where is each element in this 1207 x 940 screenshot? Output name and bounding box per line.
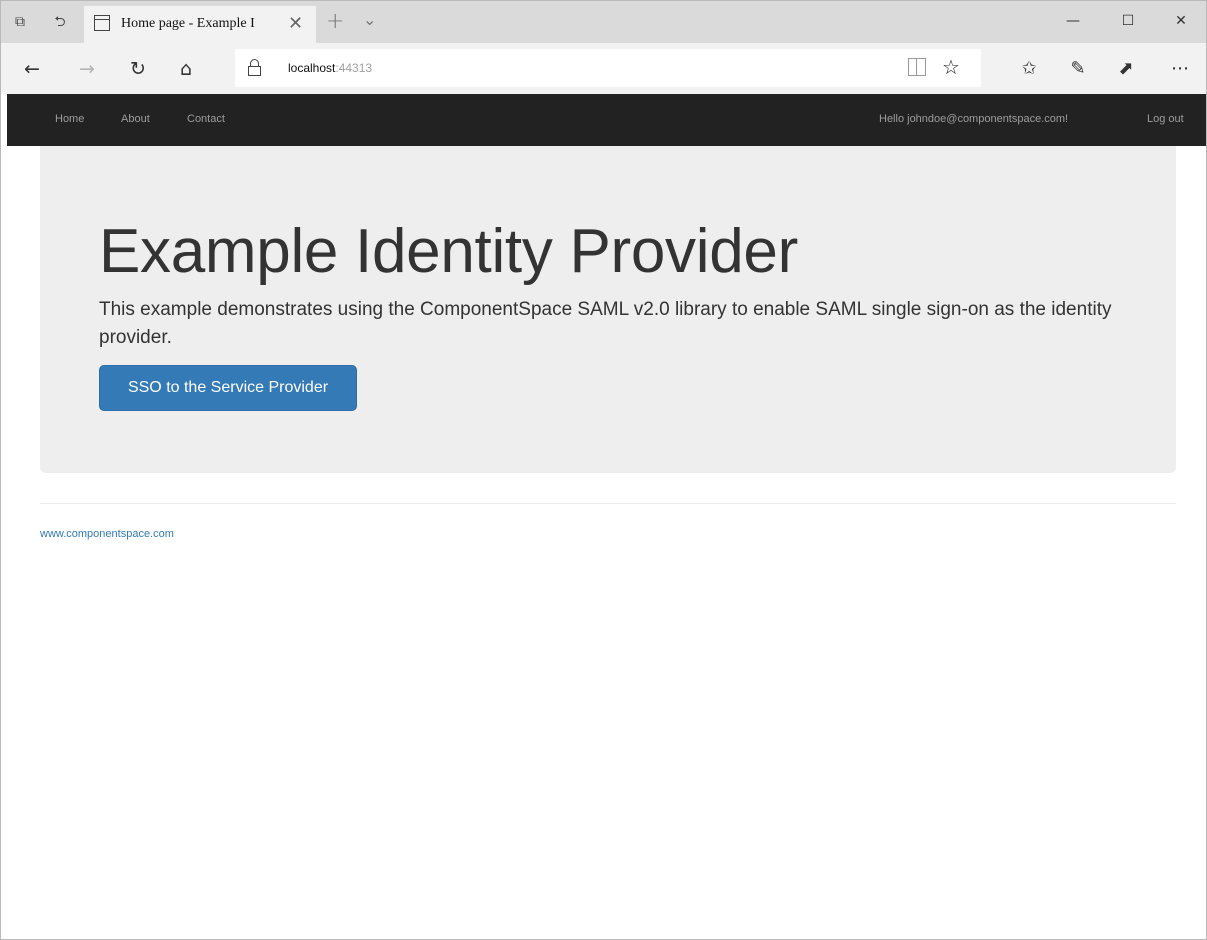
favorite-star-icon[interactable]: ☆ [942,55,960,79]
divider [40,503,1176,504]
nav-home[interactable]: Home [55,113,84,125]
nav-about[interactable]: About [121,113,150,125]
page-title: Example Identity Provider [99,217,798,286]
favorites-hub-icon[interactable]: ✩ [1016,56,1042,82]
browser-tab[interactable]: Home page - Example I ✕ [84,6,316,43]
tab-back-icon[interactable]: ⮌ [51,13,69,31]
tab-bar: ⧉ ⮌ Home page - Example I ✕ + ⌄ — ☐ ✕ [1,1,1206,43]
reading-view-icon[interactable] [908,58,926,76]
minimize-icon[interactable]: — [1063,11,1083,31]
chevron-down-icon[interactable]: ⌄ [363,10,376,29]
page-icon [94,15,110,31]
logout-link[interactable]: Log out [1147,113,1184,125]
home-icon[interactable]: ⌂ [173,56,199,82]
close-icon[interactable]: ✕ [288,13,303,34]
url-text: localhost:44313 [288,61,373,75]
browser-toolbar: ← → ↻ ⌂ localhost:44313 ☆ ✩ ✎ ⬈ ⋯ [1,43,1206,94]
jumbotron: Example Identity Provider This example d… [40,146,1176,473]
lock-icon [248,59,261,76]
nav-contact[interactable]: Contact [187,113,225,125]
maximize-icon[interactable]: ☐ [1118,11,1138,31]
back-icon[interactable]: ← [19,56,45,82]
tab-list-icon[interactable]: ⧉ [11,13,29,31]
refresh-icon[interactable]: ↻ [125,56,151,82]
intro-text: This example demonstrates using the Comp… [99,299,1112,348]
pen-icon[interactable]: ✎ [1065,56,1091,82]
new-tab-icon[interactable]: + [326,9,344,34]
user-greeting[interactable]: Hello johndoe@componentspace.com! [879,113,1068,125]
footer-link[interactable]: www.componentspace.com [40,528,174,540]
forward-icon[interactable]: → [74,56,100,82]
site-navbar: Home About Contact Hello johndoe@compone… [7,94,1206,146]
sso-button[interactable]: SSO to the Service Provider [99,365,357,411]
browser-window: ⧉ ⮌ Home page - Example I ✕ + ⌄ — ☐ ✕ ← … [0,0,1207,940]
tab-title: Home page - Example I [121,16,255,31]
share-icon[interactable]: ⬈ [1113,56,1139,82]
address-bar[interactable]: localhost:44313 ☆ [235,49,981,87]
more-icon[interactable]: ⋯ [1167,56,1193,82]
window-close-icon[interactable]: ✕ [1171,11,1191,31]
